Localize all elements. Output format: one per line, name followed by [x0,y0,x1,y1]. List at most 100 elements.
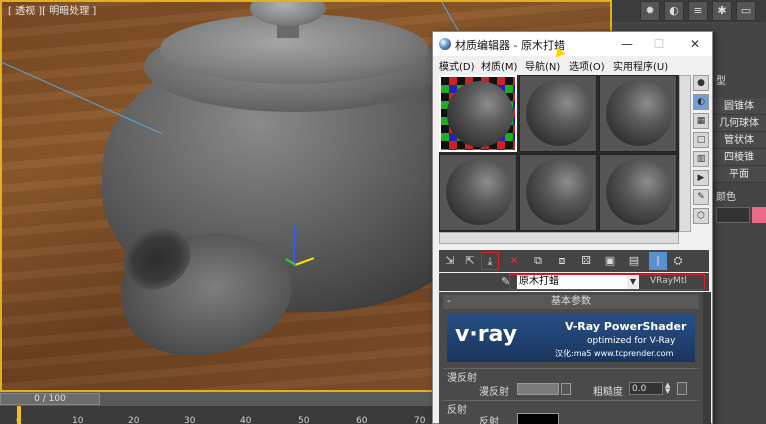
reflection-color-swatch[interactable] [517,413,559,424]
gizmo-z-axis[interactable] [293,226,295,266]
close-button[interactable]: ✕ [681,34,709,54]
menu-options[interactable]: 选项(O) [569,58,605,73]
sample-type-icon[interactable]: ● [693,75,709,91]
backlight-icon[interactable]: ◐ [693,94,709,110]
get-material-icon[interactable]: ⇲ [441,252,459,270]
diffuse-color-swatch[interactable] [517,383,559,395]
sample-sphere [447,81,513,147]
sample-uv-icon[interactable]: □ [693,132,709,148]
ruler-tick: 20 [128,416,140,424]
put-to-library-icon[interactable]: ⧈ [553,252,571,270]
vray-subtitle: optimized for V-Ray [587,336,676,346]
select-by-material-icon[interactable]: ⬡ [693,208,709,224]
motion-tab-icon[interactable]: ✱ [712,1,732,21]
sample-sphere [606,159,672,225]
go-to-parent-icon[interactable]: ǀ [649,252,667,270]
material-id-channel-icon[interactable]: ⚄ [577,252,595,270]
roughness-map-button[interactable] [677,382,687,395]
pyramid-button[interactable]: 四棱锥 [712,149,766,166]
plane-button[interactable]: 平面 [712,166,766,183]
roughness-spinner[interactable]: ▲ ▼ [665,382,673,395]
sample-sphere [606,80,672,146]
material-slot-5[interactable] [519,154,597,231]
modify-tab-icon[interactable]: ◐ [664,1,684,21]
cone-button[interactable]: 圆锥体 [712,98,766,115]
show-end-result-icon[interactable]: ▤ [625,252,643,270]
current-frame-marker[interactable] [17,406,21,424]
window-title: 材质编辑器 - 原木打蜡 [455,39,565,52]
make-preview-icon[interactable]: ▶ [693,170,709,186]
vray-title: V-Ray PowerShader [565,320,687,333]
put-to-scene-icon[interactable]: ⇱ [461,252,479,270]
diffuse-group-label: 漫反射 [447,373,477,384]
tube-button[interactable]: 管状体 [712,132,766,149]
vray-credit: 汉化:ma5 www.tcprender.com [555,349,674,358]
menu-utilities[interactable]: 实用程序(U) [613,58,668,73]
sample-sphere [526,80,592,146]
roughness-input[interactable]: 0.0 [629,382,663,395]
material-slot-2[interactable] [519,75,597,152]
menu-material[interactable]: 材质(M) [481,58,517,73]
chevron-down-icon[interactable]: ▼ [627,275,639,289]
viewport-label[interactable]: [ 透视 ][ 明暗处理 ] [8,2,96,17]
roughness-label: 粗糙度 [593,387,623,398]
minimize-button[interactable]: — [613,34,641,54]
menu-bar: 模式(D) 材质(M) 导航(N) 选项(O) 实用程序(U) [433,56,712,74]
create-tab-icon[interactable]: ✹ [640,1,660,21]
collapse-icon: - [447,296,451,307]
object-type-list: 圆锥体 几何球体 管状体 四棱锥 平面 [712,98,766,183]
menu-mode[interactable]: 模式(D) [439,58,475,73]
show-shaded-map-icon[interactable]: ▣ [601,252,619,270]
make-unique-icon[interactable]: ⧉ [529,252,547,270]
go-forward-sibling-icon[interactable]: ⛭ [669,252,687,270]
parameters-scrollbar[interactable] [703,292,711,424]
title-bar[interactable]: 材质编辑器 - 原木打蜡 — ☐ ✕ [433,32,712,56]
material-name-input[interactable]: 原木打蜡 [517,275,627,289]
material-editor-icon [439,38,451,50]
time-slider-thumb[interactable]: 0 / 100 [0,393,100,405]
ruler-tick: 40 [240,416,252,424]
material-type-button[interactable]: VRayMtl [650,276,687,286]
ruler-tick: 50 [298,416,310,424]
video-color-icon[interactable]: ▥ [693,151,709,167]
material-name-row: ✎ 原木打蜡 ▼ VRayMtl [439,273,709,291]
assign-material-to-selection-icon[interactable]: ⤓ [481,252,499,270]
material-slot-6[interactable] [599,154,677,231]
parameters-panel: - 基本参数 v·ray V-Ray PowerShader optimized… [439,292,703,424]
gizmo-x-axis[interactable] [294,257,315,266]
material-toolbar: ⇲ ⇱ ⤓ ✕ ⧉ ⧈ ⚄ ▣ ▤ ǀ ⛭ [439,250,709,272]
reflection-label: 反射 [479,417,499,424]
object-name-field[interactable] [716,207,750,223]
slots-horizontal-scrollbar[interactable] [439,232,679,244]
transform-gizmo[interactable] [284,224,334,284]
rollout-title: 基本参数 [551,296,591,307]
background-icon[interactable]: ▦ [693,113,709,129]
object-color-swatch[interactable] [752,207,766,223]
material-slots [439,75,679,232]
command-panel-tabs: ✹ ◐ ≡ ✱ ▭ [612,0,766,22]
menu-navigation[interactable]: 导航(N) [525,58,560,73]
diffuse-map-button[interactable] [561,383,571,395]
reset-map-icon[interactable]: ✕ [505,252,523,270]
material-name-highlight: 原木打蜡 ▼ VRayMtl [509,274,705,290]
maximize-button[interactable]: ☐ [645,34,673,54]
geosphere-button[interactable]: 几何球体 [712,115,766,132]
ruler-tick: 70 [414,416,426,424]
sample-sphere [446,159,512,225]
material-slot-4[interactable] [439,154,517,231]
display-tab-icon[interactable]: ▭ [736,1,756,21]
sample-side-toolbar: ● ◐ ▦ □ ▥ ▶ ✎ ⬡ [693,75,711,245]
ruler-tick: 30 [184,416,196,424]
ruler-tick: 10 [72,416,84,424]
diffuse-group: 漫反射 漫反射 粗糙度 0.0 ▲ ▼ [443,368,699,398]
slots-vertical-scrollbar[interactable] [679,75,691,232]
basic-parameters-rollout[interactable]: - 基本参数 [443,295,699,309]
options-icon[interactable]: ✎ [693,189,709,205]
hierarchy-tab-icon[interactable]: ≡ [688,1,708,21]
object-type-header: 型 [716,76,726,87]
name-and-color-label: 颜色 [716,192,736,203]
material-slot-3[interactable] [599,75,677,152]
material-slot-1[interactable] [439,75,517,152]
material-editor-window: 材质编辑器 - 原木打蜡 — ☐ ✕ 模式(D) 材质(M) 导航(N) 选项(… [432,31,713,424]
vray-logo: v·ray [455,322,518,347]
